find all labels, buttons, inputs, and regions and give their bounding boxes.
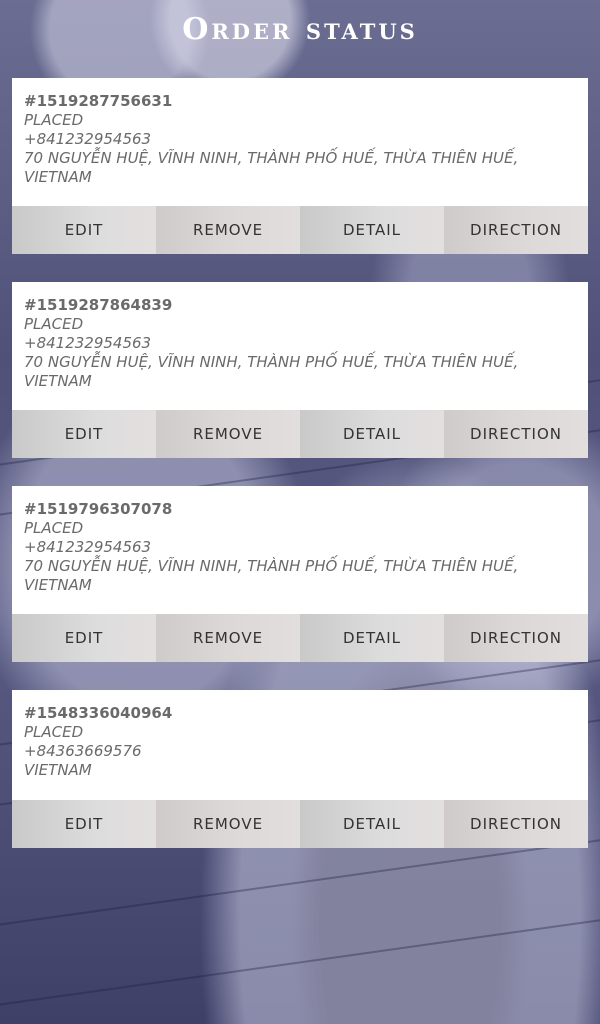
order-id: #1519796307078 bbox=[24, 500, 173, 518]
order-phone: +84363669576 bbox=[24, 742, 142, 760]
remove-button[interactable]: REMOVE bbox=[156, 614, 300, 662]
order-id: #1519287756631 bbox=[24, 92, 173, 110]
detail-button[interactable]: DETAIL bbox=[300, 800, 444, 848]
order-info[interactable]: #1548336040964 PLACED +84363669576 VIETN… bbox=[12, 690, 588, 794]
order-actions: EDIT REMOVE DETAIL DIRECTION bbox=[12, 614, 588, 662]
order-phone: +841232954563 bbox=[24, 334, 152, 352]
order-card: #1519287864839 PLACED +841232954563 70 N… bbox=[12, 282, 588, 458]
order-id: #1548336040964 bbox=[24, 704, 173, 722]
order-status: PLACED bbox=[24, 315, 84, 333]
order-card: #1548336040964 PLACED +84363669576 VIETN… bbox=[12, 690, 588, 848]
detail-button[interactable]: DETAIL bbox=[300, 206, 444, 254]
order-card: #1519287756631 PLACED +841232954563 70 N… bbox=[12, 78, 588, 254]
direction-button[interactable]: DIRECTION bbox=[444, 800, 588, 848]
order-info[interactable]: #1519796307078 PLACED +841232954563 70 N… bbox=[12, 486, 588, 609]
order-status: PLACED bbox=[24, 519, 84, 537]
remove-button[interactable]: REMOVE bbox=[156, 410, 300, 458]
edit-button[interactable]: EDIT bbox=[12, 614, 156, 662]
direction-button[interactable]: DIRECTION bbox=[444, 410, 588, 458]
order-status: PLACED bbox=[24, 723, 84, 741]
direction-button[interactable]: DIRECTION bbox=[444, 614, 588, 662]
order-actions: EDIT REMOVE DETAIL DIRECTION bbox=[12, 800, 588, 848]
edit-button[interactable]: EDIT bbox=[12, 410, 156, 458]
detail-button[interactable]: DETAIL bbox=[300, 614, 444, 662]
edit-button[interactable]: EDIT bbox=[12, 800, 156, 848]
order-address: VIETNAM bbox=[24, 761, 92, 779]
order-phone: +841232954563 bbox=[24, 538, 152, 556]
order-phone: +841232954563 bbox=[24, 130, 152, 148]
order-id: #1519287864839 bbox=[24, 296, 173, 314]
order-status: PLACED bbox=[24, 111, 84, 129]
order-card: #1519796307078 PLACED +841232954563 70 N… bbox=[12, 486, 588, 662]
detail-button[interactable]: DETAIL bbox=[300, 410, 444, 458]
order-address: 70 NGUYỄN HUỆ, VĨNH NINH, THÀNH PHỐ HUẾ,… bbox=[24, 557, 519, 594]
direction-button[interactable]: DIRECTION bbox=[444, 206, 588, 254]
page-title: Order status bbox=[182, 12, 418, 47]
edit-button[interactable]: EDIT bbox=[12, 206, 156, 254]
remove-button[interactable]: REMOVE bbox=[156, 800, 300, 848]
order-actions: EDIT REMOVE DETAIL DIRECTION bbox=[12, 410, 588, 458]
remove-button[interactable]: REMOVE bbox=[156, 206, 300, 254]
order-info[interactable]: #1519287864839 PLACED +841232954563 70 N… bbox=[12, 282, 588, 405]
order-address: 70 NGUYỄN HUỆ, VĨNH NINH, THÀNH PHỐ HUẾ,… bbox=[24, 149, 519, 186]
order-info[interactable]: #1519287756631 PLACED +841232954563 70 N… bbox=[12, 78, 588, 201]
order-address: 70 NGUYỄN HUỆ, VĨNH NINH, THÀNH PHỐ HUẾ,… bbox=[24, 353, 519, 390]
order-actions: EDIT REMOVE DETAIL DIRECTION bbox=[12, 206, 588, 254]
